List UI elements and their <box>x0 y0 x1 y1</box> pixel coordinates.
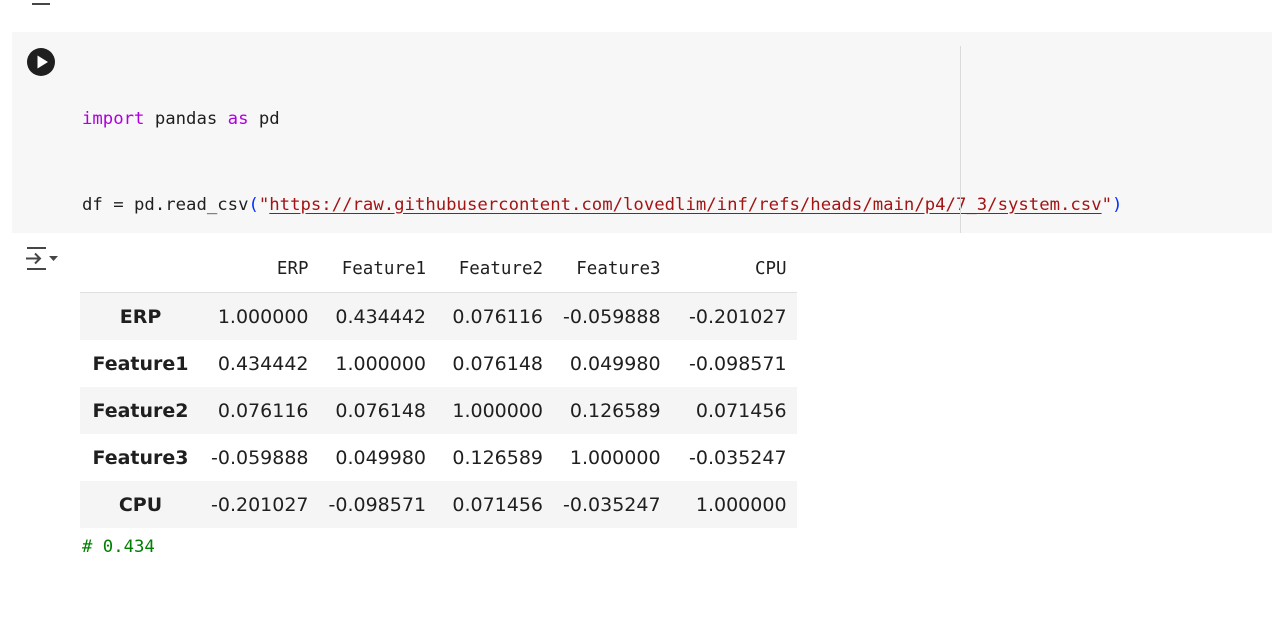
code-text: pd <box>248 109 280 129</box>
row-index: Feature2 <box>92 399 189 422</box>
table-cell: 0.076148 <box>335 399 427 422</box>
table-cell: 0.434442 <box>335 305 427 328</box>
previous-cell-fragment <box>32 0 50 5</box>
column-header: CPU <box>670 246 797 293</box>
cell-output: ERP Feature1 Feature2 Feature3 CPU ERP 1… <box>80 246 797 528</box>
table-cell: 0.049980 <box>569 352 661 375</box>
table-row: CPU -0.201027 -0.098571 0.071456 -0.0352… <box>80 481 797 528</box>
code-text: df = pd.read_csv <box>82 194 249 215</box>
code-comment-line-6: # 0.434 <box>82 536 155 557</box>
column-header: Feature2 <box>436 246 554 293</box>
output-toggle-button[interactable] <box>24 244 60 274</box>
table-cell: 1.000000 <box>569 446 661 469</box>
table-cell: 1.000000 <box>217 305 309 328</box>
code-text: pandas <box>144 109 228 129</box>
table-cell: 1.000000 <box>452 399 544 422</box>
code-cell[interactable]: import pandas as pd df = pd.read_csv("ht… <box>12 32 1272 557</box>
table-cell: -0.059888 <box>211 446 309 469</box>
table-cell: 1.000000 <box>335 352 427 375</box>
table-cell: 0.126589 <box>569 399 661 422</box>
table-cell: 0.076148 <box>452 352 544 375</box>
play-circle-icon <box>37 55 48 69</box>
table-cell: 1.000000 <box>695 493 787 516</box>
table-row: ERP 1.000000 0.434442 0.076116 -0.059888… <box>80 292 797 340</box>
code-line-2: df = pd.read_csv("https://raw.githubuser… <box>82 191 1262 220</box>
keyword-import: import <box>82 109 145 129</box>
table-cell: 0.071456 <box>452 493 544 516</box>
output-collapse-icon <box>26 247 58 270</box>
table-cell: -0.201027 <box>689 305 787 328</box>
table-cell: -0.035247 <box>689 446 787 469</box>
string-quote: " <box>258 194 270 215</box>
index-header <box>80 246 201 293</box>
table-cell: 0.076116 <box>217 399 309 422</box>
open-paren: ( <box>248 194 259 215</box>
table-cell: 0.071456 <box>695 399 787 422</box>
string-quote: " <box>1101 194 1113 215</box>
run-cell-button[interactable] <box>27 48 55 76</box>
column-header: Feature3 <box>553 246 671 293</box>
row-index: Feature1 <box>92 352 189 375</box>
csv-url-link[interactable]: https://raw.githubusercontent.com/lovedl… <box>269 195 1101 215</box>
table-row: Feature3 -0.059888 0.049980 0.126589 1.0… <box>80 434 797 481</box>
table-cell: 0.049980 <box>335 446 427 469</box>
table-cell: 0.076116 <box>452 305 544 328</box>
column-header: ERP <box>201 246 319 293</box>
table-cell: -0.035247 <box>563 493 661 516</box>
header-row: ERP Feature1 Feature2 Feature3 CPU <box>80 246 797 293</box>
table-cell: -0.201027 <box>211 493 309 516</box>
row-index: CPU <box>118 493 163 516</box>
editor-ruler <box>960 46 961 233</box>
row-index: ERP <box>119 305 162 328</box>
table-cell: -0.098571 <box>689 352 787 375</box>
column-header: Feature1 <box>318 246 437 293</box>
code-line-1: import pandas as pd <box>82 105 1262 134</box>
table-row: Feature2 0.076116 0.076148 1.000000 0.12… <box>80 387 797 434</box>
row-index: Feature3 <box>92 446 189 469</box>
table-cell: -0.059888 <box>563 305 661 328</box>
close-paren: ) <box>1112 194 1123 215</box>
table-cell: 0.434442 <box>217 352 309 375</box>
correlation-dataframe: ERP Feature1 Feature2 Feature3 CPU ERP 1… <box>80 246 797 528</box>
keyword-as: as <box>227 109 249 129</box>
table-cell: -0.098571 <box>328 493 427 516</box>
table-row: Feature1 0.434442 1.000000 0.076148 0.04… <box>80 340 797 387</box>
table-cell: 0.126589 <box>452 446 544 469</box>
